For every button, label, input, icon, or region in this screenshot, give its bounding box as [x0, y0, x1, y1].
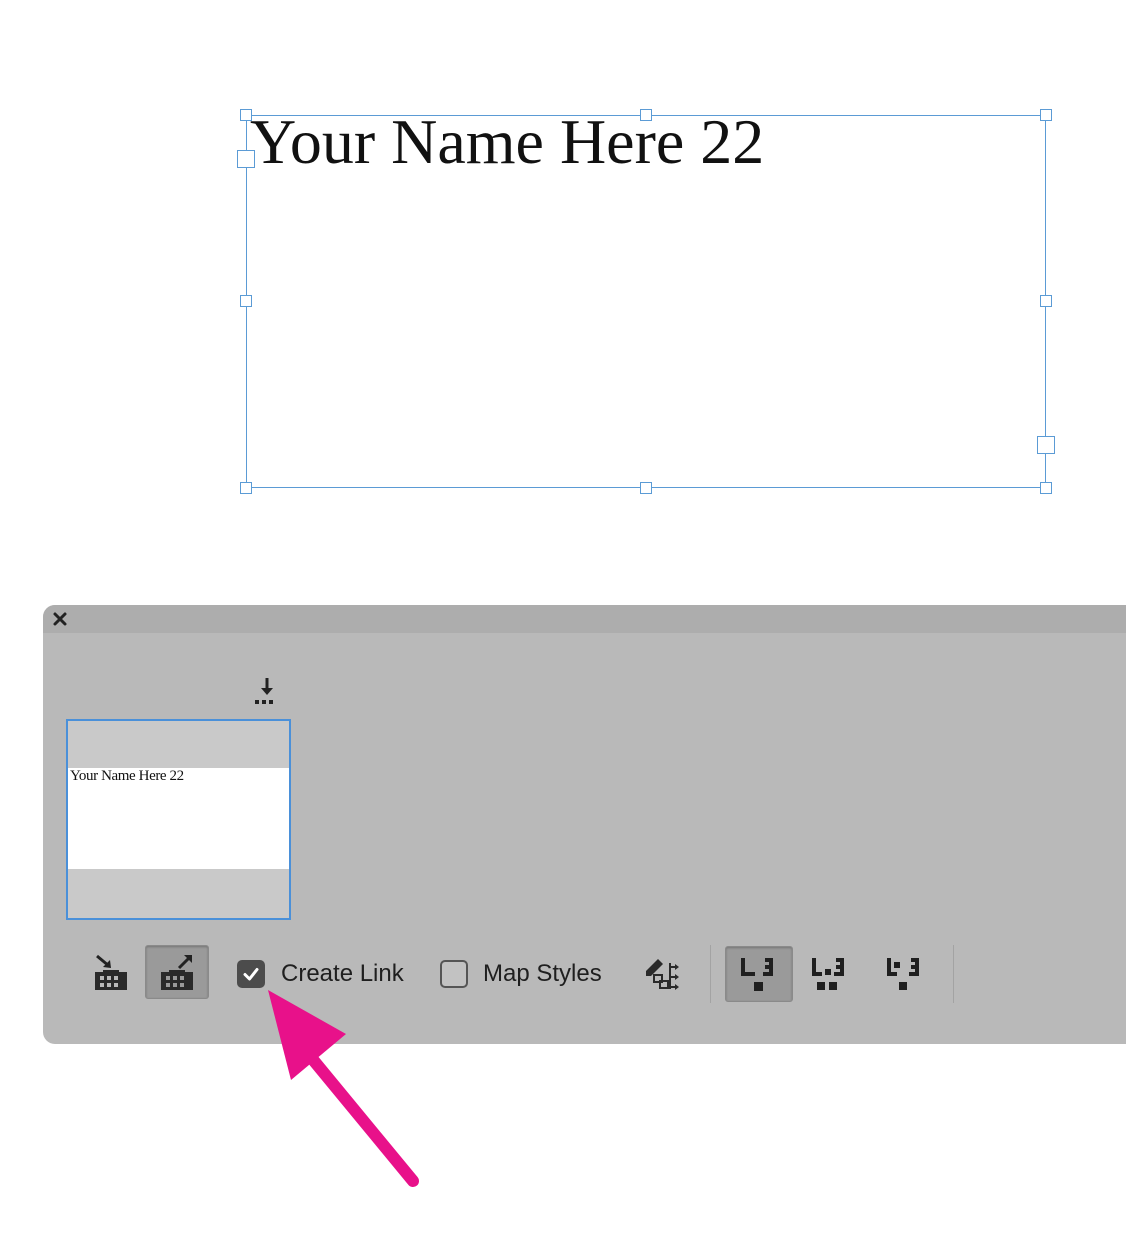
create-link-checkbox[interactable]: [237, 960, 265, 988]
place-keep-button[interactable]: [871, 946, 939, 1002]
close-icon: [53, 612, 67, 626]
handle-middle-left[interactable]: [240, 295, 252, 307]
handle-bottom-left[interactable]: [240, 482, 252, 494]
collect-content-icon: [95, 954, 127, 990]
edit-style-mapping-button[interactable]: [631, 945, 695, 999]
map-styles-checkbox[interactable]: [440, 960, 468, 988]
toolbar-separator-end: [953, 945, 954, 1003]
out-port[interactable]: [1037, 436, 1055, 454]
place-and-remove-button[interactable]: [725, 946, 793, 1002]
collect-content-button[interactable]: [79, 945, 143, 999]
place-download-icon: [255, 678, 273, 704]
place-download-button[interactable]: [251, 675, 281, 707]
handle-top-right[interactable]: [1040, 109, 1052, 121]
thumbnail-text: Your Name Here 22: [70, 768, 184, 784]
handle-top-middle[interactable]: [640, 109, 652, 121]
annotation-arrow-shaft: [299, 1044, 419, 1187]
place-and-remove-icon: [741, 958, 773, 991]
content-collector-panel: Your Name Here 22 Create Link Map Styles: [43, 605, 1126, 1044]
handle-bottom-middle[interactable]: [640, 482, 652, 494]
place-content-icon: [161, 954, 193, 990]
map-styles-label[interactable]: Map Styles: [483, 959, 602, 989]
panel-title-bar[interactable]: [43, 605, 1126, 633]
close-button[interactable]: [49, 607, 71, 631]
handle-top-left[interactable]: [240, 109, 252, 121]
place-multiple-keep-icon: [812, 958, 844, 990]
handle-middle-right[interactable]: [1040, 295, 1052, 307]
create-link-label[interactable]: Create Link: [281, 959, 404, 989]
in-port[interactable]: [237, 150, 255, 168]
handle-bottom-right[interactable]: [1040, 482, 1052, 494]
place-content-button[interactable]: [145, 945, 209, 999]
conveyor-thumbnail[interactable]: Your Name Here 22: [66, 719, 291, 920]
frame-text[interactable]: Your Name Here 22: [250, 104, 764, 181]
checkmark-icon: [243, 968, 259, 981]
toolbar-separator: [710, 945, 711, 1003]
place-keep-icon: [887, 958, 919, 990]
thumbnail-page: Your Name Here 22: [68, 768, 289, 869]
place-multiple-keep-button[interactable]: [796, 946, 864, 1002]
edit-style-mapping-icon: [646, 959, 679, 990]
